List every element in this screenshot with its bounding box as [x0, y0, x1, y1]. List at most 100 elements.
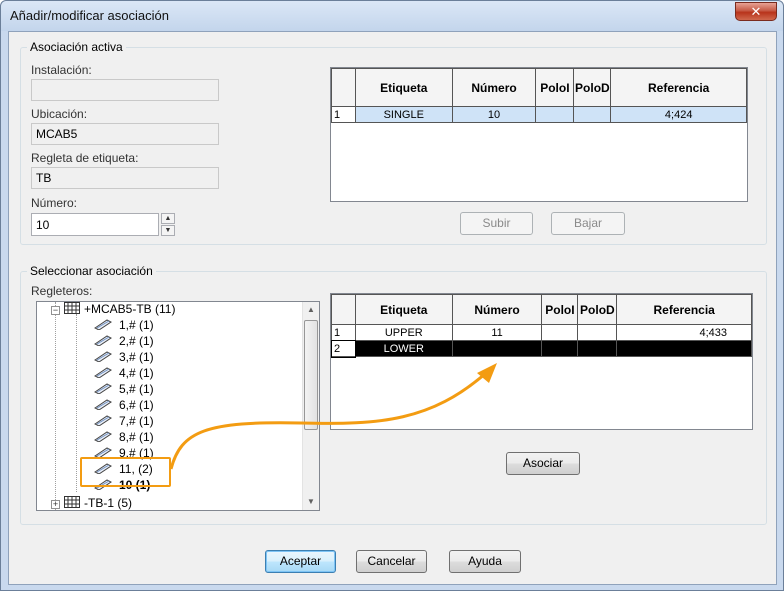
window-title: Añadir/modificar asociación [10, 8, 169, 23]
tree-node-label: +MCAB5-TB (11) [84, 302, 176, 316]
active-association-group-label: Asociación activa [27, 40, 126, 54]
select-association-grid[interactable]: Etiqueta Número PoloI PoloD Referencia 1… [330, 293, 753, 430]
cell-pole-left[interactable] [541, 324, 579, 341]
tree-guide-line [55, 302, 56, 510]
location-label: Ubicación: [31, 107, 88, 121]
table-row[interactable]: 1 SINGLE 10 4;424 [331, 106, 747, 123]
tree-scrollbar[interactable]: ▲ ▼ [302, 302, 319, 510]
tree-node-terminal[interactable]: 1,# (1) [93, 318, 154, 334]
select-grid-header[interactable]: Etiqueta [354, 294, 453, 325]
tree-node-label: 6,# (1) [119, 398, 154, 412]
tree-node-terminal-active[interactable]: 10 (1) [93, 478, 150, 494]
tree-node-terminal[interactable]: 9,# (1) [93, 446, 154, 462]
wire-icon [93, 398, 115, 413]
tree-node-label: 10 (1) [119, 478, 151, 492]
strip-field[interactable]: TB [31, 167, 219, 189]
installation-field[interactable] [31, 79, 219, 101]
wire-icon [93, 334, 115, 349]
tree-node-label: 11, (2) [119, 462, 153, 476]
active-association-grid[interactable]: Etiqueta Número PoloI PoloD Referencia 1… [330, 67, 748, 202]
wire-icon [93, 318, 115, 333]
tree-node-terminal[interactable]: 2,# (1) [93, 334, 154, 350]
tree-node-label: 2,# (1) [119, 334, 154, 348]
active-association-group: Asociación activa Instalación: Ubicación… [20, 40, 767, 245]
cell-number[interactable]: 10 [451, 106, 537, 123]
move-down-button[interactable]: Bajar [551, 212, 625, 235]
tree-node-terminal[interactable]: 6,# (1) [93, 398, 154, 414]
tree-node-label: 3,# (1) [119, 350, 154, 364]
row-index[interactable]: 2 [331, 339, 357, 358]
cell-reference[interactable] [616, 340, 752, 357]
collapse-icon[interactable]: − [51, 306, 60, 315]
cell-pole-right[interactable] [573, 106, 612, 123]
number-spin-down[interactable]: ▼ [161, 225, 175, 236]
tree-node-terminal-selected[interactable]: 11, (2) [93, 462, 153, 478]
installation-label: Instalación: [31, 63, 92, 77]
select-grid-header[interactable]: PoloI [541, 294, 579, 325]
tree-node-terminal[interactable]: 4,# (1) [93, 366, 154, 382]
title-bar: Añadir/modificar asociación ✕ [1, 1, 783, 31]
table-row-selected[interactable]: 2 LOWER [331, 339, 752, 358]
location-field[interactable]: MCAB5 [31, 123, 219, 145]
cell-pole-left[interactable] [541, 340, 579, 357]
active-grid-header[interactable]: PoloI [535, 68, 575, 107]
row-index[interactable]: 1 [331, 106, 356, 123]
dialog-client-area: Asociación activa Instalación: Ubicación… [8, 31, 777, 585]
tree-node-root-2[interactable]: -TB-1 (5) [64, 496, 132, 510]
select-grid-header[interactable]: PoloD [577, 294, 618, 325]
ok-button[interactable]: Aceptar [265, 550, 336, 573]
wire-icon [93, 478, 115, 493]
number-input[interactable]: 10 [31, 213, 159, 236]
help-button[interactable]: Ayuda [449, 550, 521, 573]
cell-pole-left[interactable] [535, 106, 575, 123]
select-association-group-label: Seleccionar asociación [27, 264, 156, 278]
cell-label[interactable]: SINGLE [354, 106, 453, 123]
tree-node-terminal[interactable]: 5,# (1) [93, 382, 154, 398]
cell-label[interactable]: UPPER [354, 324, 453, 341]
active-grid-corner [331, 68, 356, 107]
row-index[interactable]: 1 [331, 324, 356, 341]
active-grid-header[interactable]: Referencia [610, 68, 747, 107]
tree-node-terminal[interactable]: 8,# (1) [93, 430, 154, 446]
wire-icon [93, 350, 115, 365]
active-grid-header[interactable]: PoloD [573, 68, 612, 107]
wire-icon [93, 414, 115, 429]
associate-button[interactable]: Asociar [506, 452, 580, 475]
tree-node-label: -TB-1 (5) [84, 496, 132, 510]
scroll-up-icon[interactable]: ▲ [303, 302, 319, 318]
strips-label: Regleteros: [31, 284, 93, 298]
cell-reference[interactable]: 4;424 [610, 106, 747, 123]
cell-reference[interactable]: 4;433 [616, 324, 752, 341]
cell-pole-right[interactable] [577, 340, 618, 357]
tree-node-terminal[interactable]: 3,# (1) [93, 350, 154, 366]
cancel-button[interactable]: Cancelar [356, 550, 427, 573]
select-grid-header[interactable]: Número [451, 294, 543, 325]
tree-node-root[interactable]: +MCAB5-TB (11) [64, 302, 175, 318]
scroll-thumb[interactable] [304, 320, 318, 430]
cell-number[interactable] [451, 340, 543, 357]
expand-icon[interactable]: + [51, 500, 60, 509]
cell-number[interactable]: 11 [451, 324, 543, 341]
wire-icon [93, 446, 115, 461]
tree-node-terminal[interactable]: 7,# (1) [93, 414, 154, 430]
cell-pole-right[interactable] [577, 324, 618, 341]
tree-node-label: 1,# (1) [119, 318, 154, 332]
tree-node-label: 8,# (1) [119, 430, 154, 444]
terminal-strip-tree[interactable]: − +MCAB5-TB (11) 1,# (1) 2,# (1) 3,# (1)… [36, 301, 320, 511]
active-grid-header[interactable]: Número [451, 68, 537, 107]
active-grid-header[interactable]: Etiqueta [354, 68, 453, 107]
wire-icon [93, 366, 115, 381]
grid-icon [64, 302, 80, 317]
cell-label[interactable]: LOWER [354, 340, 453, 357]
number-label: Número: [31, 196, 78, 210]
scroll-down-icon[interactable]: ▼ [303, 494, 319, 510]
table-row[interactable]: 1 UPPER 11 4;433 [331, 324, 752, 341]
select-grid-header[interactable]: Referencia [616, 294, 752, 325]
select-association-group: Seleccionar asociación Regleteros: − +MC… [20, 264, 767, 525]
active-grid-table: Etiqueta Número PoloI PoloD Referencia 1… [331, 68, 747, 123]
move-up-button[interactable]: Subir [460, 212, 533, 235]
close-button[interactable]: ✕ [735, 2, 777, 21]
dialog-window: Añadir/modificar asociación ✕ Asociación… [0, 0, 784, 591]
wire-icon [93, 382, 115, 397]
number-spin-up[interactable]: ▲ [161, 213, 175, 224]
